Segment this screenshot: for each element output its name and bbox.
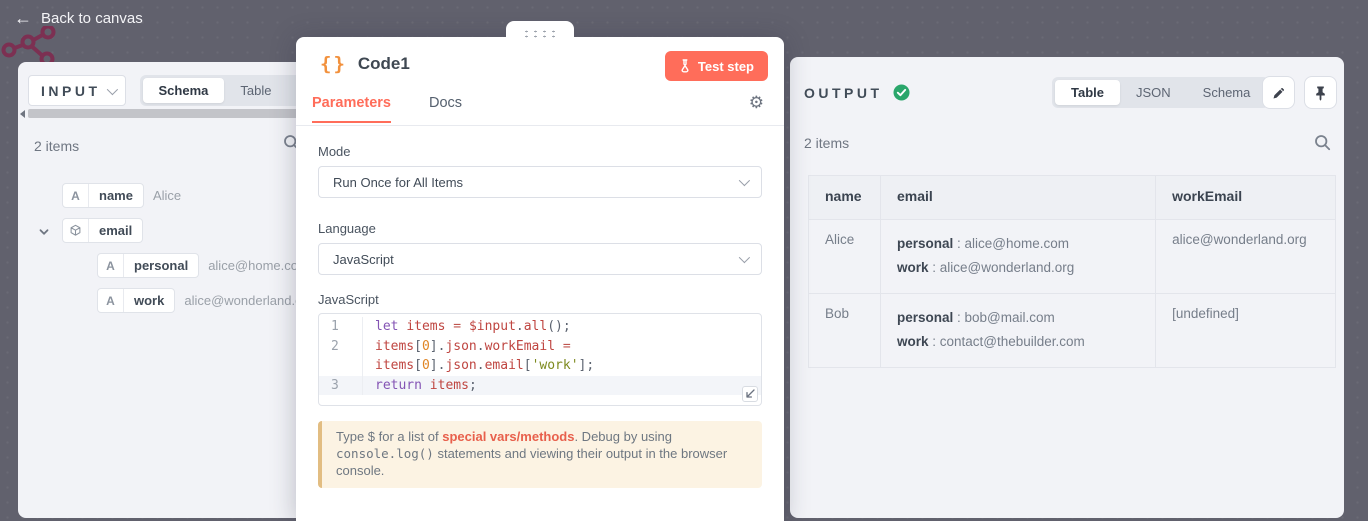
pencil-icon bbox=[1271, 85, 1287, 101]
code-line-1: 1let items = $input.all(); bbox=[319, 317, 761, 337]
cell-name: Bob bbox=[809, 294, 881, 368]
cell-email: personal : bob@mail.comwork : contact@th… bbox=[880, 294, 1155, 368]
editor-hint: Type $ for a list of special vars/method… bbox=[318, 421, 762, 488]
input-tab-schema[interactable]: Schema bbox=[143, 78, 225, 103]
test-step-button[interactable]: Test step bbox=[665, 51, 768, 81]
string-type-icon: A bbox=[98, 254, 124, 277]
back-to-canvas-label: Back to canvas bbox=[41, 10, 143, 27]
code-node-icon: {} bbox=[320, 53, 347, 75]
chevron-down-icon bbox=[106, 83, 117, 94]
output-items-count: 2 items bbox=[804, 135, 849, 151]
input-panel-title: INPUT bbox=[41, 83, 101, 99]
flask-icon bbox=[679, 59, 691, 73]
schema-key-pill-name[interactable]: Aname bbox=[62, 183, 144, 208]
node-settings-modal: {} Code1 Test step Parameters Docs ⚙ Mode… bbox=[296, 37, 784, 521]
input-source-dropdown[interactable]: INPUT bbox=[28, 75, 126, 106]
code-line-2-wrap: items[0].json.email['work']; bbox=[319, 356, 761, 376]
hint-code-snippet: console.log() bbox=[336, 446, 434, 461]
test-step-label: Test step bbox=[698, 59, 754, 74]
output-table: nameemailworkEmail Alicepersonal : alice… bbox=[808, 175, 1336, 368]
column-header-workEmail: workEmail bbox=[1156, 176, 1336, 220]
language-value: JavaScript bbox=[333, 252, 394, 267]
table-row-alice: Alicepersonal : alice@home.comwork : ali… bbox=[809, 220, 1336, 294]
tab-docs[interactable]: Docs bbox=[429, 95, 462, 123]
line-number: 3 bbox=[319, 376, 363, 396]
mode-value: Run Once for All Items bbox=[333, 175, 463, 190]
mode-label: Mode bbox=[318, 144, 351, 159]
schema-key-pill-email[interactable]: email bbox=[62, 218, 143, 243]
column-header-email: email bbox=[880, 176, 1155, 220]
object-type-icon bbox=[63, 219, 89, 242]
output-tab-schema[interactable]: Schema bbox=[1187, 80, 1267, 105]
expand-diagonal-icon[interactable] bbox=[742, 386, 758, 402]
hint-text: . Debug by using bbox=[574, 429, 672, 444]
mode-select[interactable]: Run Once for All Items bbox=[318, 166, 762, 198]
input-items-count: 2 items bbox=[34, 138, 79, 154]
language-label: Language bbox=[318, 221, 376, 236]
schema-key-label: email bbox=[89, 219, 142, 242]
output-tab-table[interactable]: Table bbox=[1055, 80, 1120, 105]
string-type-icon: A bbox=[98, 289, 124, 312]
line-number: 1 bbox=[319, 317, 363, 337]
modal-drag-handle[interactable] bbox=[506, 21, 574, 45]
schema-key-pill-personal[interactable]: Apersonal bbox=[97, 253, 199, 278]
schema-value: alice@home.com bbox=[208, 258, 309, 273]
output-panel-title: OUTPUT bbox=[804, 85, 883, 101]
schema-key-pill-work[interactable]: Awork bbox=[97, 288, 175, 313]
success-check-icon bbox=[893, 84, 910, 101]
output-panel: OUTPUT TableJSONSchema 2 items nameemail… bbox=[790, 57, 1344, 518]
code-editor[interactable]: 1let items = $input.all();2items[0].json… bbox=[318, 313, 762, 406]
cell-email: personal : alice@home.comwork : alice@wo… bbox=[880, 220, 1155, 294]
scroll-left-arrow-icon[interactable] bbox=[20, 110, 25, 118]
back-to-canvas-button[interactable]: ← Back to canvas bbox=[14, 9, 143, 27]
code-editor-label: JavaScript bbox=[318, 292, 379, 307]
chevron-down-icon bbox=[739, 175, 750, 186]
column-header-name: name bbox=[809, 176, 881, 220]
special-vars-link[interactable]: special vars/methods bbox=[442, 429, 574, 444]
arrow-left-icon: ← bbox=[14, 9, 32, 27]
code-line-3: 3return items; bbox=[319, 376, 761, 396]
drag-dots-icon bbox=[521, 28, 559, 38]
pin-icon bbox=[1313, 85, 1328, 101]
hint-text: Type $ for a list of bbox=[336, 429, 442, 444]
edit-output-button[interactable] bbox=[1262, 76, 1295, 109]
cell-workemail: [undefined] bbox=[1156, 294, 1336, 368]
chevron-expanded-icon[interactable] bbox=[38, 225, 50, 237]
table-row-bob: Bobpersonal : bob@mail.comwork : contact… bbox=[809, 294, 1336, 368]
top-bar: ← Back to canvas bbox=[0, 0, 1368, 42]
schema-key-label: work bbox=[124, 289, 174, 312]
output-view-tabs: TableJSONSchema bbox=[1052, 77, 1269, 108]
schema-key-label: name bbox=[89, 184, 143, 207]
code-line-2: 2items[0].json.workEmail = bbox=[319, 337, 761, 357]
schema-value: alice@wonderland.org bbox=[184, 293, 314, 308]
input-tab-table[interactable]: Table bbox=[224, 78, 287, 103]
schema-value: Alice bbox=[153, 188, 181, 203]
line-number bbox=[319, 356, 363, 376]
tab-parameters[interactable]: Parameters bbox=[312, 95, 391, 123]
language-select[interactable]: JavaScript bbox=[318, 243, 762, 275]
output-tab-json[interactable]: JSON bbox=[1120, 80, 1187, 105]
schema-key-label: personal bbox=[124, 254, 198, 277]
node-title[interactable]: Code1 bbox=[358, 54, 410, 74]
chevron-down-icon bbox=[739, 252, 750, 263]
modal-tabs: Parameters Docs bbox=[312, 95, 462, 123]
cell-workemail: alice@wonderland.org bbox=[1156, 220, 1336, 294]
pin-data-button[interactable] bbox=[1304, 76, 1337, 109]
line-number: 2 bbox=[319, 337, 363, 357]
string-type-icon: A bbox=[63, 184, 89, 207]
gear-icon[interactable]: ⚙ bbox=[749, 93, 764, 113]
cell-name: Alice bbox=[809, 220, 881, 294]
search-icon[interactable] bbox=[1314, 134, 1331, 151]
divider bbox=[296, 125, 784, 126]
